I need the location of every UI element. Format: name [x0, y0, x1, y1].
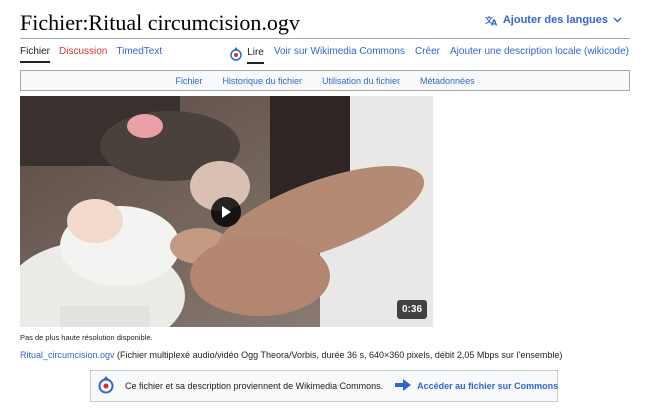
svg-text:A: A	[491, 19, 498, 27]
view-tabs: Lire Voir sur Wikimedia Commons Créer Aj…	[229, 46, 629, 65]
file-meta-line: Ritual_circumcision.ogv (Fichier multipl…	[20, 350, 562, 360]
no-higher-resolution-note: Pas de plus haute résolution disponible.	[20, 333, 153, 342]
file-details: (Fichier multiplexé audio/vidéo Ogg Theo…	[114, 350, 563, 360]
tab-discussion[interactable]: Discussion	[59, 46, 107, 63]
tab-lire-label: Lire	[247, 47, 264, 64]
page-title: Fichier:Ritual circumcision.ogv	[20, 10, 300, 35]
commons-logo-icon	[229, 46, 243, 65]
play-button[interactable]	[211, 197, 241, 227]
file-section-nav: Fichier Historique du fichier Utilisatio…	[20, 70, 630, 91]
commons-goto-label: Accéder au fichier sur Commons	[417, 381, 559, 391]
title-divider	[20, 38, 630, 39]
video-player[interactable]: 0:36	[20, 96, 433, 327]
translate-icon: 文 A	[485, 14, 498, 26]
commons-goto-link[interactable]: Accéder au fichier sur Commons	[395, 379, 558, 393]
tab-lire[interactable]: Lire	[229, 46, 264, 65]
file-link[interactable]: Ritual_circumcision.ogv	[20, 350, 115, 360]
commons-logo-icon	[97, 375, 115, 397]
tab-timedtext[interactable]: TimedText	[116, 46, 162, 63]
file-nav-history[interactable]: Historique du fichier	[222, 76, 302, 86]
add-languages-button[interactable]: 文 A Ajouter des langues	[485, 14, 622, 26]
tab-fichier[interactable]: Fichier	[20, 46, 51, 63]
video-duration: 0:36	[396, 300, 427, 319]
tab-view-on-commons[interactable]: Voir sur Wikimedia Commons	[274, 46, 405, 61]
file-nav-fichier[interactable]: Fichier	[175, 76, 202, 86]
tab-add-local-description[interactable]: Ajouter une description locale (wikicode…	[450, 46, 629, 61]
chevron-down-icon	[613, 17, 622, 23]
play-icon	[222, 206, 231, 218]
tab-create[interactable]: Créer	[415, 46, 440, 61]
file-nav-metadata[interactable]: Métadonnées	[420, 76, 475, 86]
commons-notice-text: Ce fichier et sa description proviennent…	[125, 381, 384, 391]
namespace-tabs: Fichier Discussion TimedText	[20, 46, 162, 63]
add-languages-label: Ajouter des langues	[502, 14, 608, 26]
commons-notice: Ce fichier et sa description proviennent…	[90, 370, 558, 402]
arrow-right-icon	[395, 379, 412, 393]
file-nav-usage[interactable]: Utilisation du fichier	[322, 76, 400, 86]
